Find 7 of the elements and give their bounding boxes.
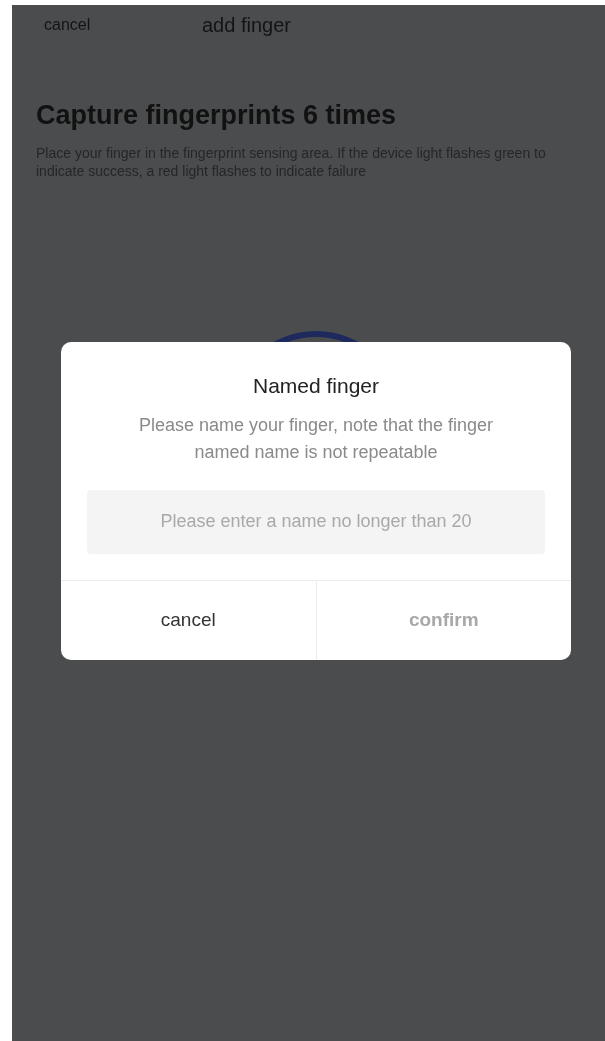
name-input-field[interactable]: Please enter a name no longer than 20 xyxy=(87,489,545,554)
dialog-message: Please name your finger, note that the finger named name is not repeatable xyxy=(137,413,495,464)
dialog-title: Named finger xyxy=(251,373,381,399)
screen-title: add finger xyxy=(202,13,291,38)
dialog-button[interactable]: cancel xyxy=(61,580,316,660)
heading: Capture fingerprints 6 times xyxy=(36,99,398,132)
cancel-button[interactable]: cancel xyxy=(44,13,91,37)
